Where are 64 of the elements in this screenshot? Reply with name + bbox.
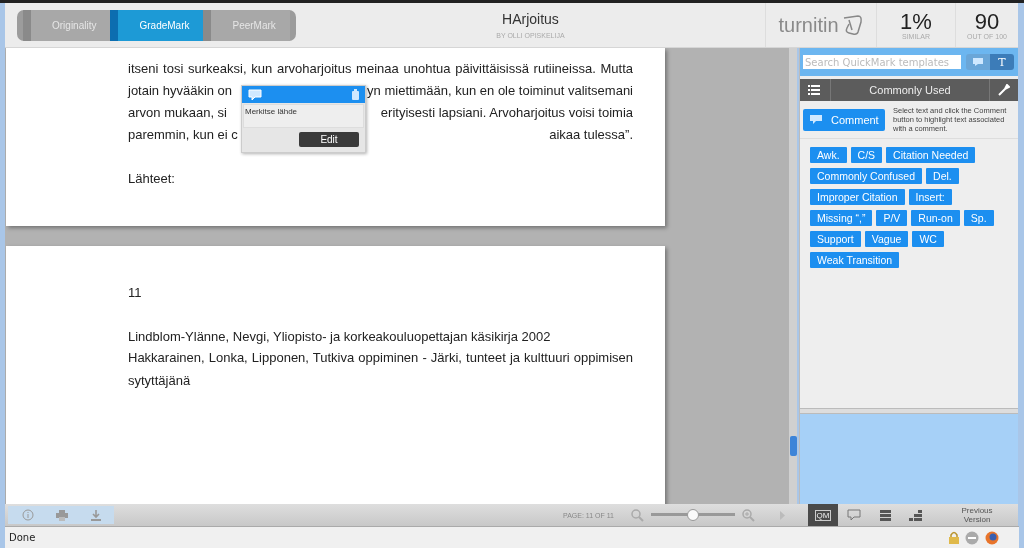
edit-button[interactable]: Edit	[299, 132, 359, 147]
search-field[interactable]: Search QuickMark templates	[803, 55, 961, 69]
resize-handle[interactable]	[800, 408, 1018, 414]
document-text: arvon mukaan, si	[128, 104, 227, 122]
quickmark-tag[interactable]: WC	[912, 231, 944, 247]
quickmark-tag[interactable]: Run-on	[911, 210, 960, 226]
grid-icon	[909, 509, 923, 521]
zoom-out-icon[interactable]	[631, 508, 644, 522]
document-text: jotain hyvääkin on	[128, 82, 233, 100]
zoom-in-icon[interactable]	[742, 508, 755, 522]
quickmark-tag[interactable]: P/V	[876, 210, 908, 226]
quickmark-tag[interactable]: Improper Citation	[810, 189, 905, 205]
scrollbar[interactable]	[789, 48, 797, 504]
document-title: HArjoitus	[502, 11, 559, 27]
list-icon[interactable]	[808, 85, 820, 95]
quickmark-tag[interactable]: Missing “,”	[810, 210, 873, 226]
wrench-icon[interactable]	[998, 84, 1010, 96]
mode-tab[interactable]: PeerMark	[203, 10, 290, 41]
comment-button[interactable]: Comment	[803, 108, 885, 131]
quickmark-tag[interactable]: Awk.	[810, 147, 847, 163]
quickmark-tag[interactable]: Weak Transition	[810, 252, 900, 268]
quickmark-tag[interactable]: Commonly Confused	[810, 168, 923, 184]
document-text: Lähteet:	[128, 170, 175, 188]
mode-tab[interactable]: GradeMark	[110, 10, 204, 41]
quickmark-button[interactable]: QM	[808, 504, 838, 526]
document-text: itseni tosi surkeaksi, kun arvoharjoitus meinaa unohtua päivittäisissä rutiineissa. Mutta	[128, 60, 633, 78]
quickmark-tag[interactable]: Sp.	[963, 210, 994, 226]
quickmark-tag[interactable]: Support	[810, 231, 861, 247]
quickmark-tag[interactable]: Vague	[864, 231, 909, 247]
document-text: yn miettimään, kun en ole toiminut valitsemani	[367, 82, 633, 100]
document-text: erityisesti lapsiani. Arvoharjoitus voisi toimia	[380, 104, 633, 122]
print-icon[interactable]	[56, 509, 68, 521]
quickmark-tag[interactable]: Del.	[926, 168, 959, 184]
document-text: Lindblom-Ylänne, Nevgi, Yliopisto- ja korkeakouluopettajan käsikirja 2002	[128, 328, 551, 346]
next-arrow-icon[interactable]	[780, 510, 785, 520]
info-icon[interactable]	[22, 509, 34, 521]
document-text: Hakkarainen, Lonka, Lipponen, Tutkiva oppiminen - Järki, tunteet ja kulttuuri oppimisen	[128, 349, 633, 367]
quickmark-tag[interactable]: C/S	[850, 147, 883, 163]
quickmark-tag[interactable]: Insert:	[908, 189, 952, 205]
comment-icon	[809, 114, 823, 125]
document-text: paremmin, kun ei c	[128, 126, 238, 144]
slider-thumb[interactable]	[687, 509, 699, 521]
logo-text: turnitin	[778, 13, 839, 37]
list-icon	[879, 509, 891, 521]
comment-mode-button[interactable]	[966, 54, 990, 70]
document-text: aikaa tulessa”.	[549, 126, 633, 144]
mode-tab[interactable]: Originality	[23, 10, 111, 41]
download-icon[interactable]	[90, 509, 102, 521]
document-text: 11	[128, 284, 142, 302]
comment-icon	[972, 57, 984, 67]
status-text: Done	[8, 532, 37, 543]
lock-icon	[949, 531, 959, 544]
previous-version-button[interactable]: Previous Version	[952, 506, 1002, 524]
comment-icon	[248, 88, 262, 101]
comment-icon	[847, 509, 861, 521]
document-text: sytyttäjänä	[128, 372, 191, 390]
adblock-icon	[965, 530, 979, 545]
comment-text: Merkitse lähde	[243, 104, 364, 128]
grade-value: 90	[974, 10, 1000, 33]
quickmark-tag[interactable]: Citation Needed	[886, 147, 976, 163]
similarity-value: 1%	[900, 10, 932, 33]
trash-icon[interactable]	[351, 89, 360, 100]
text-mode-button[interactable]: T	[990, 54, 1014, 70]
browser-icon	[985, 530, 999, 545]
